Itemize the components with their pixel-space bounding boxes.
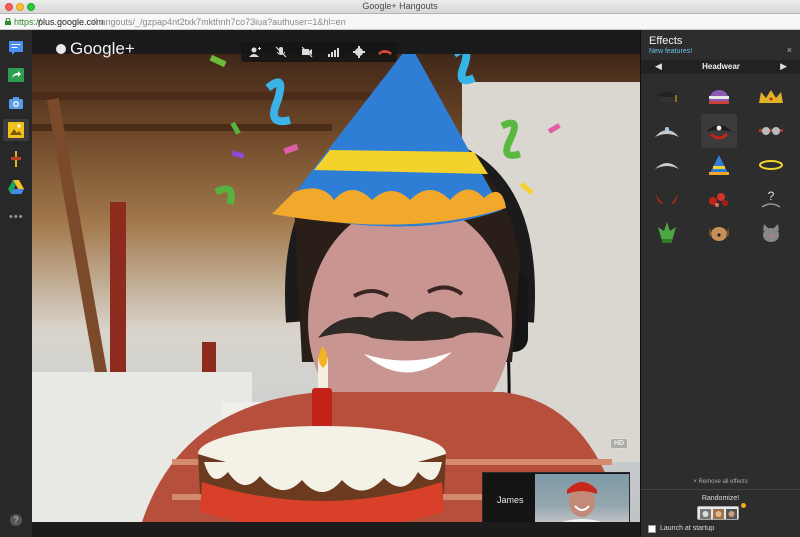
leaf-crown-effect[interactable] (649, 216, 685, 250)
video-frame-illustration (32, 44, 640, 522)
hang-up-icon[interactable] (377, 46, 393, 58)
pirate-hat-effect[interactable] (701, 114, 737, 148)
party-hat-icon (709, 155, 729, 175)
address-bar[interactable]: https:// plus.google.com /hangouts/_/gzp… (0, 14, 800, 30)
remove-all-effects-link[interactable]: × Remove all effects (641, 479, 800, 485)
dog-ears-effect[interactable] (701, 216, 737, 250)
halo-effect[interactable] (753, 148, 789, 182)
hangouts-logo-icon (56, 44, 66, 54)
camera-off-icon[interactable] (301, 46, 313, 58)
category-label: Headwear (702, 62, 740, 71)
help-button[interactable]: ? (10, 514, 22, 526)
devil-horns-effect[interactable] (649, 182, 685, 216)
url-path: /hangouts/_/gzpap4nt2txk7mkthnh7co73iua?… (93, 17, 346, 27)
random-surprise-effect[interactable]: ? (753, 182, 789, 216)
randomize-faces-icon (700, 509, 737, 519)
close-effects-button[interactable]: × (787, 45, 792, 55)
devil-horns-icon (656, 194, 678, 204)
panel-divider (641, 489, 800, 490)
halo-icon (759, 160, 783, 170)
striped-beanie-icon (709, 90, 729, 104)
cat-ears-effect[interactable] (753, 216, 789, 250)
silver-tiara-effect[interactable] (649, 114, 685, 148)
participant-name: James (497, 495, 524, 505)
goggles-effect[interactable] (753, 114, 789, 148)
striped-beanie-effect[interactable] (701, 80, 737, 114)
cat-ears-icon (763, 224, 779, 242)
flower-crown-icon (709, 193, 728, 207)
settings-icon[interactable] (353, 46, 365, 58)
participant-filmstrip: James (482, 472, 630, 522)
effects-title: Effects (649, 35, 683, 47)
drive-icon[interactable] (8, 179, 24, 195)
main-video-stage: Google+ HD James (32, 42, 640, 522)
chat-icon[interactable] (8, 40, 24, 56)
call-controls-bar (241, 42, 397, 62)
party-hat-effect[interactable] (701, 148, 737, 182)
hd-badge: HD (610, 438, 628, 449)
more-apps-button[interactable]: ••• (9, 211, 24, 223)
app-sidebar: ••• ? (0, 30, 32, 537)
gold-crown-icon (759, 90, 783, 103)
graduation-cap-icon (656, 91, 678, 102)
gold-crown-effect[interactable] (753, 80, 789, 114)
flower-crown-effect[interactable] (701, 182, 737, 216)
randomize-button[interactable] (697, 506, 739, 520)
brand-wordmark: Google+ (70, 42, 135, 58)
lock-icon (5, 18, 11, 25)
new-features-link[interactable]: New features! (649, 48, 692, 55)
url-scheme: https:// (14, 17, 42, 27)
leaf-crown-icon (658, 222, 676, 243)
launch-at-startup-label: Launch at startup (660, 525, 715, 532)
share-icon[interactable] (8, 67, 24, 83)
randomize-notification-dot (741, 503, 746, 508)
graduation-cap-effect[interactable] (649, 80, 685, 114)
effects-panel: Effects New features! × ◀ Headwear ▶ ? ×… (640, 30, 800, 537)
goggles-icon (759, 127, 783, 135)
question-mark-icon: ? (767, 189, 775, 203)
silver-tiara-icon (655, 127, 679, 137)
remote-desktop-icon[interactable] (8, 151, 24, 167)
window-titlebar: Google+ Hangouts (0, 0, 800, 14)
mute-mic-icon[interactable] (275, 46, 287, 58)
headband-effect[interactable] (649, 148, 685, 182)
launch-at-startup-checkbox[interactable] (648, 525, 656, 533)
category-selector: ◀ Headwear ▶ (641, 60, 800, 74)
camera-icon[interactable] (8, 95, 24, 111)
window-title: Google+ Hangouts (362, 1, 438, 11)
participant-thumbnail[interactable] (535, 474, 629, 522)
randomize-label: Randomize! (701, 495, 740, 502)
effects-icon[interactable] (8, 122, 24, 138)
headband-icon (655, 163, 679, 169)
bandwidth-icon[interactable] (327, 46, 339, 58)
next-category-button[interactable]: ▶ (780, 61, 787, 72)
pirate-hat-icon (706, 125, 732, 140)
add-people-icon[interactable] (249, 46, 261, 58)
dog-ears-icon (708, 227, 730, 241)
